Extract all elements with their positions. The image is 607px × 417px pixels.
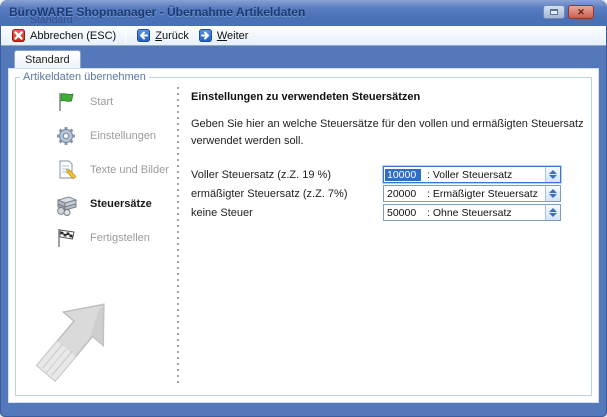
full-tax-label: Voller Steuersatz (z.Z. 19 %) [191,169,383,181]
spin-up-icon [549,170,557,174]
field-row-no-tax: keine Steuer 50000 : Ohne Steuersatz [191,203,576,222]
spin-up-icon [549,208,557,212]
content-heading: Einstellungen zu verwendeten Steuersätze… [191,91,576,103]
spin-down-icon [549,175,557,179]
close-icon: ✕ [577,8,585,17]
wizard-nav: Start Einstellungen [53,85,183,255]
no-tax-spinner[interactable] [545,205,560,220]
no-tax-text: : Ohne Steuersatz [427,207,512,219]
no-tax-value: 50000 [385,207,421,219]
arrow-watermark-icon [21,291,126,396]
window-title: BüroWARE Shopmanager - Übernahme Artikel… [9,5,305,19]
cancel-button[interactable]: Abbrechen (ESC) [7,28,121,43]
arrow-right-icon [199,29,212,42]
nav-label-texte-bilder: Texte und Bilder [90,164,169,176]
tab-standard[interactable]: Standard [14,50,81,68]
nav-item-texte-bilder[interactable]: Texte und Bilder [53,153,183,187]
back-button[interactable]: Zurück [132,28,194,43]
vertical-dotted-divider [177,87,179,385]
content-description: Geben Sie hier an welche Steuersätze für… [191,116,607,150]
tab-standard-label: Standard [25,54,70,66]
main-panel: Artikeldaten übernehmen Start [8,68,599,403]
reduced-tax-text: : Ermäßigter Steuersatz [427,188,538,200]
field-row-reduced-tax: ermäßigter Steuersatz (z.Z. 7%) 20000 : … [191,184,576,203]
next-button[interactable]: Weiter [194,28,254,43]
settings-content: Einstellungen zu verwendeten Steuersätze… [191,91,576,222]
next-label: Weiter [217,30,249,42]
spin-down-icon [549,194,557,198]
back-label: Zurück [155,30,189,42]
nav-label-start: Start [90,96,113,108]
no-tax-combo[interactable]: 50000 : Ohne Steuersatz [383,204,561,221]
restore-button[interactable] [543,5,565,19]
nav-item-start[interactable]: Start [53,85,183,119]
reduced-tax-combo[interactable]: 20000 : Ermäßigter Steuersatz [383,185,561,202]
cancel-x-icon [12,29,25,42]
toolbar-separator [125,28,126,43]
arrow-left-icon [137,29,150,42]
green-flag-icon [53,89,79,115]
full-tax-combo[interactable]: 10000 : Voller Steuersatz [383,166,561,183]
full-tax-text: : Voller Steuersatz [427,169,512,181]
no-tax-label: keine Steuer [191,207,383,219]
title-bar: Standard BüroWARE Shopmanager - Übernahm… [0,0,607,26]
nav-label-einstellungen: Einstellungen [90,130,156,142]
reduced-tax-label: ermäßigter Steuersatz (z.Z. 7%) [191,188,383,200]
nav-label-steuersaetze: Steuersätze [90,198,152,210]
close-button[interactable]: ✕ [568,5,594,19]
nav-item-einstellungen[interactable]: Einstellungen [53,119,183,153]
toolbar: Abbrechen (ESC) Zurück Weiter [1,26,606,46]
reduced-tax-spinner[interactable] [545,186,560,201]
reduced-tax-value: 20000 [385,188,421,200]
money-stack-icon [53,191,79,217]
app-window: Standard BüroWARE Shopmanager - Übernahm… [0,0,607,417]
document-pencil-icon [53,157,79,183]
window-controls: ✕ [543,5,594,19]
nav-item-fertigstellen[interactable]: Fertigstellen [53,221,183,255]
field-row-full-tax: Voller Steuersatz (z.Z. 19 %) 10000 : Vo… [191,165,576,184]
tab-strip: Standard [0,47,607,68]
tax-fields: Voller Steuersatz (z.Z. 19 %) 10000 : Vo… [191,165,576,222]
checkered-flag-icon [53,225,79,251]
spin-up-icon [549,189,557,193]
nav-item-steuersaetze[interactable]: Steuersätze [53,187,183,221]
gear-icon [53,123,79,149]
cancel-label: Abbrechen (ESC) [30,30,116,42]
groupbox-legend: Artikeldaten übernehmen [20,71,149,83]
full-tax-spinner[interactable] [545,167,560,182]
nav-label-fertigstellen: Fertigstellen [90,232,150,244]
spin-down-icon [549,213,557,217]
restore-icon [550,9,558,15]
full-tax-value: 10000 [385,169,421,181]
